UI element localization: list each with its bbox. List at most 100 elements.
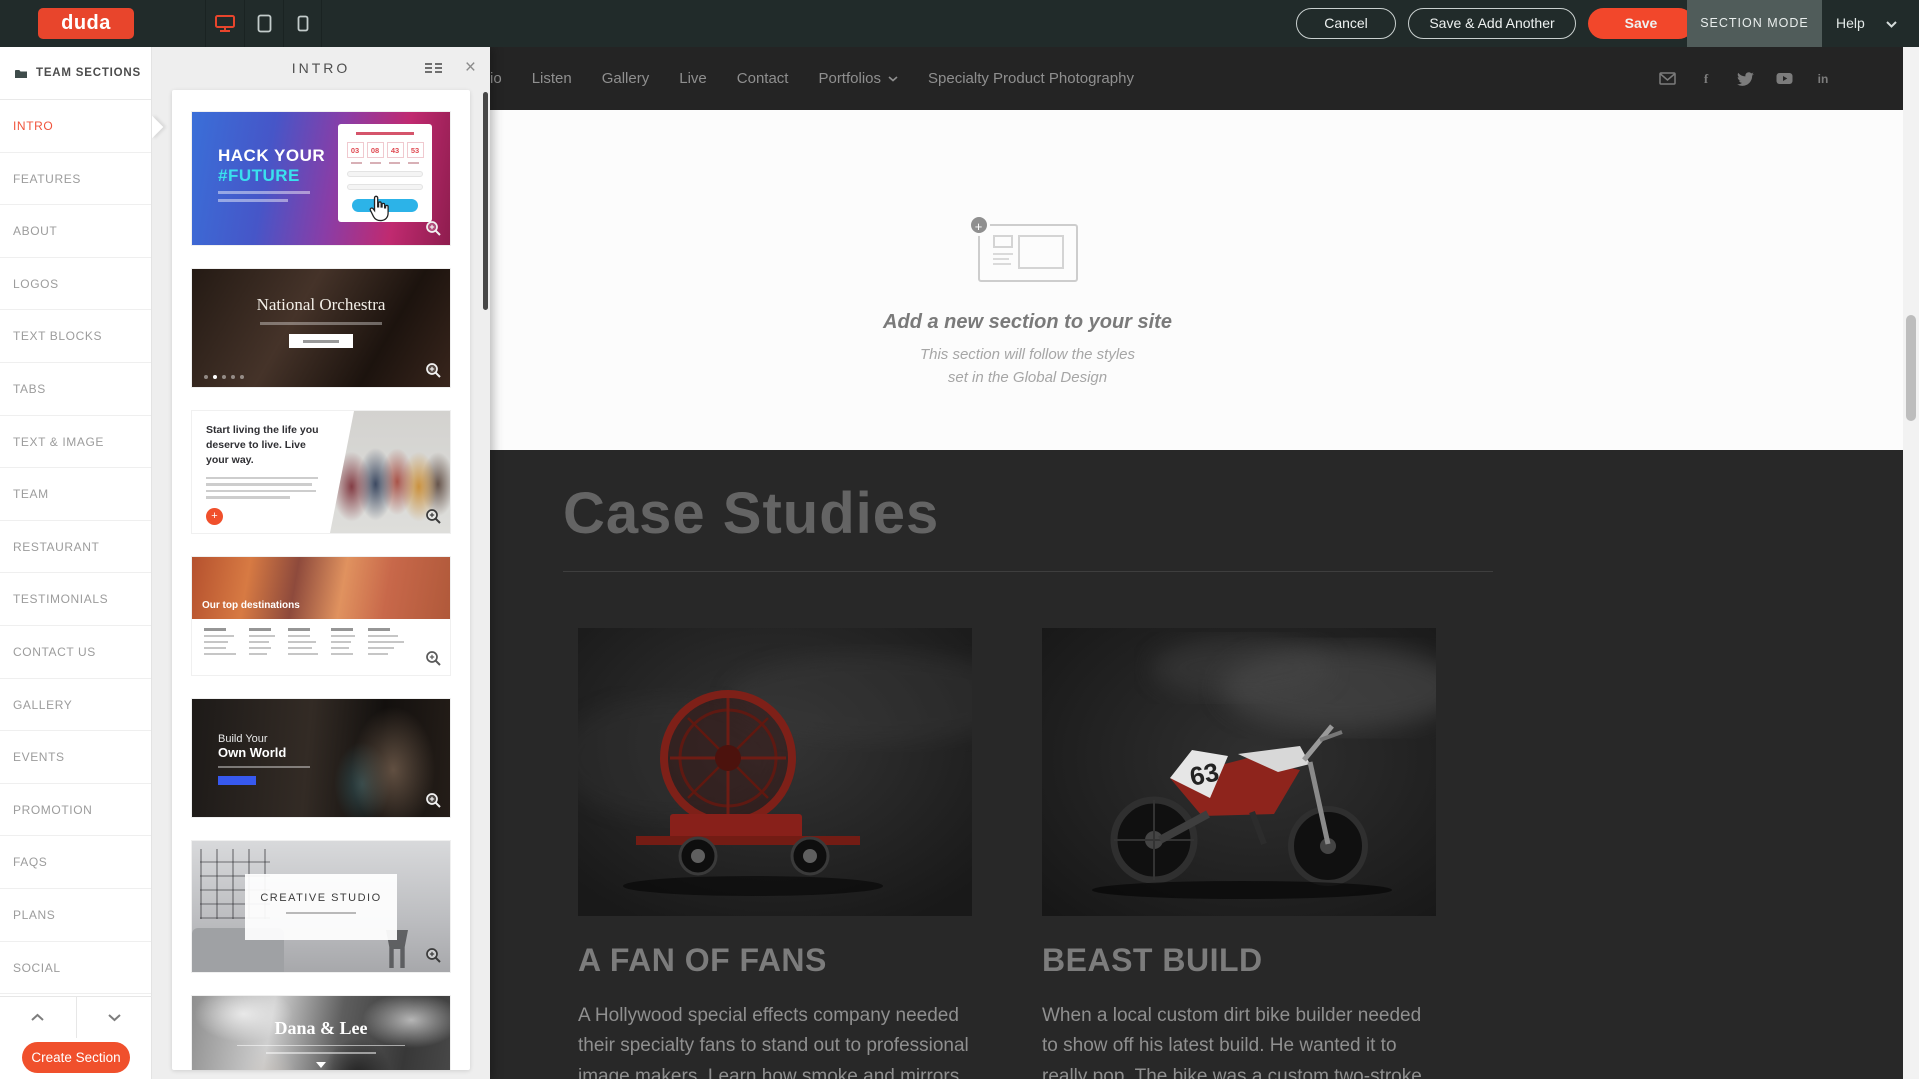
zoom-preview-icon[interactable] bbox=[425, 947, 442, 964]
template-thumbnail-start-living[interactable]: Start living the life you deserve to liv… bbox=[192, 411, 450, 533]
fan-cart-image bbox=[578, 628, 972, 916]
save-button[interactable]: Save bbox=[1588, 8, 1694, 39]
sidebar-item[interactable]: LOGOS bbox=[0, 258, 151, 311]
email-icon[interactable] bbox=[1658, 72, 1676, 85]
svg-text:63: 63 bbox=[1187, 757, 1222, 792]
sidebar-item[interactable]: PLANS bbox=[0, 889, 151, 942]
section-category-list: INTROFEATURESABOUTLOGOSTEXT BLOCKSTABSTE… bbox=[0, 100, 151, 994]
site-nav-link[interactable]: Portfolios bbox=[818, 70, 898, 87]
site-nav-link[interactable]: Gallery bbox=[602, 70, 650, 87]
plus-icon: + bbox=[206, 508, 223, 525]
panel-scrollbar-thumb[interactable] bbox=[483, 92, 488, 310]
site-nav-link[interactable]: Contact bbox=[737, 70, 789, 87]
sidebar-item[interactable]: ABOUT bbox=[0, 205, 151, 258]
chevron-up-icon bbox=[30, 1013, 45, 1022]
divider bbox=[563, 571, 1493, 572]
sidebar-item[interactable]: SOCIAL bbox=[0, 942, 151, 995]
thumb-title: Start living the life you deserve to liv… bbox=[206, 423, 328, 469]
sidebar-item[interactable]: TEAM bbox=[0, 468, 151, 521]
scroll-up-button[interactable] bbox=[0, 997, 77, 1038]
site-nav-link[interactable]: Listen bbox=[532, 70, 572, 87]
site-nav-link[interactable]: Specialty Product Photography bbox=[928, 70, 1134, 87]
sidebar-item[interactable]: INTRO bbox=[0, 100, 151, 153]
sidebar-item[interactable]: RESTAURANT bbox=[0, 521, 151, 574]
zoom-preview-icon[interactable] bbox=[425, 650, 442, 667]
create-section-button[interactable]: Create Section bbox=[22, 1042, 130, 1073]
zoom-preview-icon[interactable] bbox=[425, 362, 442, 379]
sidebar-item[interactable]: TEXT & IMAGE bbox=[0, 416, 151, 469]
mobile-icon bbox=[297, 15, 309, 32]
case-study-text: When a local custom dirt bike builder ne… bbox=[1042, 1001, 1436, 1079]
sidebar-item[interactable]: PROMOTION bbox=[0, 784, 151, 837]
case-study-card-bike: 63 BEAST BUILD When a local custom dirt … bbox=[1042, 628, 1436, 1079]
twitter-icon[interactable] bbox=[1736, 72, 1754, 86]
sidebar-item[interactable]: FAQS bbox=[0, 836, 151, 889]
chevron-down-icon[interactable] bbox=[1886, 21, 1897, 28]
case-studies-title: Case Studies bbox=[563, 480, 939, 547]
carousel-dots bbox=[204, 375, 244, 379]
sidebar-item[interactable]: TEXT BLOCKS bbox=[0, 310, 151, 363]
sidebar-item[interactable]: TABS bbox=[0, 363, 151, 416]
chevron-down-icon bbox=[107, 1013, 122, 1022]
save-add-another-button[interactable]: Save & Add Another bbox=[1408, 8, 1576, 39]
close-icon[interactable]: × bbox=[465, 56, 476, 80]
section-mode-badge: SECTION MODE bbox=[1687, 0, 1822, 47]
desktop-view-button[interactable] bbox=[205, 0, 244, 47]
sidebar-item[interactable]: TESTIMONIALS bbox=[0, 573, 151, 626]
add-section-icon: + bbox=[978, 224, 1078, 282]
thumb-title: CREATIVE STUDIO bbox=[245, 892, 397, 904]
cancel-button[interactable]: Cancel bbox=[1296, 8, 1396, 39]
sidebar-item[interactable]: CONTACT US bbox=[0, 626, 151, 679]
plus-icon: + bbox=[968, 214, 990, 236]
zoom-preview-icon[interactable] bbox=[425, 220, 442, 237]
layout-view-icon[interactable] bbox=[425, 63, 442, 75]
thumb-button bbox=[289, 334, 353, 348]
mobile-view-button[interactable] bbox=[283, 0, 322, 47]
page-scrollbar-thumb[interactable] bbox=[1906, 315, 1916, 421]
sidebar-header: TEAM SECTIONS bbox=[0, 47, 151, 100]
tablet-view-button[interactable] bbox=[244, 0, 283, 47]
youtube-icon[interactable] bbox=[1775, 72, 1793, 85]
thumb-title-bold: Own World bbox=[218, 745, 310, 760]
panel-header: INTRO × bbox=[152, 47, 490, 90]
template-thumbnail-creative-studio[interactable]: CREATIVE STUDIO bbox=[192, 841, 450, 972]
desktop-icon bbox=[214, 14, 236, 33]
sections-sidebar: TEAM SECTIONS INTROFEATURESABOUTLOGOSTEX… bbox=[0, 47, 152, 1079]
case-study-card-fan: A FAN OF FANS A Hollywood special effect… bbox=[578, 628, 972, 1079]
template-thumbnail-national-orchestra[interactable]: National Orchestra bbox=[192, 269, 450, 387]
add-section-block: + Add a new section to your site This se… bbox=[828, 110, 1228, 389]
linkedin-icon[interactable]: in bbox=[1814, 72, 1832, 86]
scroll-down-button[interactable] bbox=[77, 997, 153, 1038]
thumb-title: HACK YOUR bbox=[218, 146, 325, 166]
sidebar-pager bbox=[0, 996, 152, 1038]
duda-editor: duda Cancel Save & Add Another bbox=[0, 0, 1919, 1079]
device-switcher bbox=[205, 0, 322, 47]
thumb-button bbox=[218, 776, 256, 785]
dirt-bike-image: 63 bbox=[1042, 628, 1436, 916]
zoom-preview-icon[interactable] bbox=[425, 792, 442, 809]
sidebar-item[interactable]: FEATURES bbox=[0, 153, 151, 206]
thumb-title: National Orchestra bbox=[192, 295, 450, 315]
help-menu[interactable]: Help bbox=[1836, 0, 1865, 47]
thumb-title: Build Your bbox=[218, 733, 310, 745]
thumb-title: Dana & Lee bbox=[192, 1018, 450, 1039]
site-social-icons: f in bbox=[1658, 47, 1832, 110]
template-thumbnail-build-your-own-world[interactable]: Build Your Own World bbox=[192, 699, 450, 817]
facebook-icon[interactable]: f bbox=[1697, 71, 1715, 87]
template-thumbnail-top-destinations[interactable]: Our top destinations bbox=[192, 557, 450, 675]
template-thumbnail-hack-your-future[interactable]: HACK YOUR #FUTURE 03084353 bbox=[192, 112, 450, 245]
case-study-title: A FAN OF FANS bbox=[578, 942, 972, 979]
signup-card: 03084353 bbox=[338, 124, 432, 222]
thumb-title-accent: #FUTURE bbox=[218, 166, 325, 186]
zoom-preview-icon[interactable] bbox=[425, 508, 442, 525]
sidebar-item[interactable]: EVENTS bbox=[0, 731, 151, 784]
template-thumbnail-dana-and-lee[interactable]: Dana & Lee bbox=[192, 996, 450, 1070]
folder-icon bbox=[14, 68, 28, 79]
page-scrollbar[interactable] bbox=[1903, 47, 1919, 1079]
sidebar-item[interactable]: GALLERY bbox=[0, 679, 151, 732]
intro-sections-panel: INTRO × HACK YOUR #FUTURE bbox=[152, 47, 490, 1079]
duda-logo[interactable]: duda bbox=[38, 8, 134, 39]
countdown-numbers: 03084353 bbox=[345, 142, 425, 158]
site-nav-link[interactable]: Live bbox=[679, 70, 707, 87]
site-nav-link[interactable]: io bbox=[490, 70, 502, 87]
